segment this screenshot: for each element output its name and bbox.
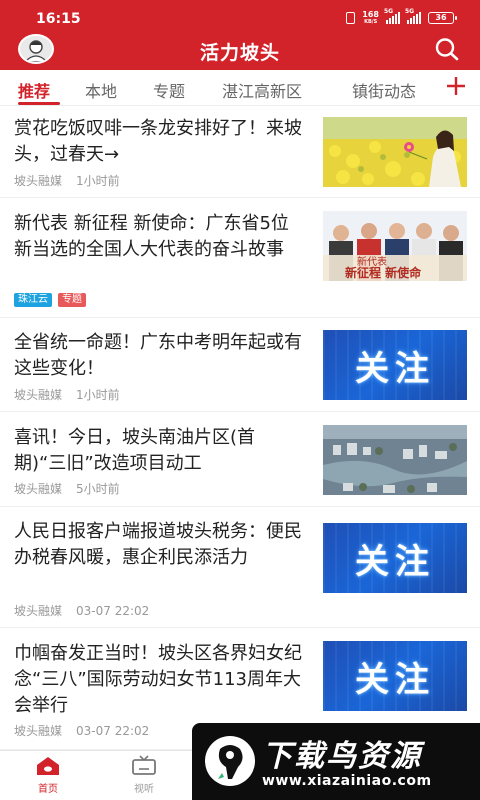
news-item[interactable]: 人民日报客户端报道坡头税务：便民办税春风暖，惠企利民添活力 坡头融媒 03-07 …: [0, 507, 480, 628]
news-title: 全省统一命题！广东中考明年起或有这些变化！: [14, 332, 302, 379]
thumbnail-label: 关注: [355, 541, 435, 582]
news-title: 新代表 新征程 新使命：广东省5位新当选的全国人大代表的奋斗故事: [14, 213, 289, 260]
thumbnail-label: 关注: [355, 348, 435, 389]
plus-icon[interactable]: [444, 74, 468, 98]
news-thumbnail: 关注: [323, 330, 467, 400]
app-screen: 16:15 168 KB/S 5G 5G 36 活力坡头 推荐 本地 专题 湛江…: [0, 0, 480, 800]
active-tab-indicator: [18, 102, 60, 105]
home-icon: [37, 757, 59, 775]
news-thumbnail: 新代表 新征程 新使命: [323, 211, 467, 281]
app-title: 活力坡头: [199, 42, 280, 64]
search-icon[interactable]: [434, 37, 460, 61]
news-time: 1小时前: [76, 388, 120, 402]
nav-video-label: 视听: [134, 784, 154, 795]
tv-icon: [132, 755, 156, 775]
news-meta: 坡头融媒 5小时前: [14, 480, 120, 497]
news-meta: 坡头融媒 1小时前: [14, 172, 120, 189]
signal-icon-2: 5G: [405, 8, 421, 24]
nav-home-label: 首页: [38, 784, 58, 795]
news-time: 1小时前: [76, 174, 120, 188]
news-title: 人民日报客户端报道坡头税务：便民办税春风暖，惠企利民添活力: [14, 521, 302, 568]
status-time: 16:15: [36, 11, 81, 27]
watermark-name: 下载鸟资源: [262, 739, 422, 774]
news-meta: 坡头融媒 03-07 22:02: [14, 602, 149, 619]
news-thumbnail: [323, 425, 467, 495]
news-thumbnail: [323, 117, 467, 187]
vibrate-icon: [346, 12, 356, 24]
watermark-logo-icon: [205, 736, 255, 786]
signal-icon: 5G: [384, 8, 400, 24]
news-source: 坡头融媒: [14, 724, 63, 738]
news-title: 喜讯！今日，坡头南油片区(首期)“三旧”改造项目动工: [14, 427, 256, 474]
news-meta: 珠江云 专题: [14, 291, 92, 307]
news-thumbnail: 关注: [323, 523, 467, 593]
news-item[interactable]: 新代表 新征程 新使命：广东省5位新当选的全国人大代表的奋斗故事 珠江云 专题 新…: [0, 198, 480, 318]
poster-text-line2: 新征程 新使命: [345, 265, 422, 280]
battery-icon: 36: [428, 12, 457, 24]
tab-zhanjiang-hitech[interactable]: 湛江高新区: [222, 78, 302, 102]
app-header: 16:15 168 KB/S 5G 5G 36 活力坡头: [0, 0, 480, 70]
tab-topics[interactable]: 专题: [153, 78, 185, 102]
news-title: 巾帼奋发正当时！坡头区各界妇女纪念“三八”国际劳动妇女节113周年大会举行: [14, 643, 302, 716]
news-meta: 坡头融媒 1小时前: [14, 386, 120, 403]
net-speed-value: 168: [362, 10, 379, 19]
news-time: 03-07 22:02: [76, 604, 150, 618]
news-source: 坡头融媒: [14, 482, 63, 496]
news-item[interactable]: 喜讯！今日，坡头南油片区(首期)“三旧”改造项目动工 坡头融媒 5小时前: [0, 412, 480, 507]
tab-fade: [422, 70, 442, 104]
channel-tabs: 推荐 本地 专题 湛江高新区 镇街动态: [0, 70, 480, 106]
news-time: 5小时前: [76, 482, 120, 496]
status-bar: 16:15 168 KB/S 5G 5G 36: [0, 0, 480, 34]
status-icons: 168 KB/S 5G 5G 36: [346, 8, 457, 26]
news-thumbnail: 关注: [323, 641, 467, 711]
nav-home[interactable]: 首页: [18, 755, 78, 795]
news-title: 赏花吃饭叹啡一条龙安排好了！来坡头，过春天→: [14, 118, 302, 165]
tab-recommend[interactable]: 推荐: [18, 78, 50, 102]
net-speed-unit: KB/S: [364, 19, 378, 25]
news-item[interactable]: 全省统一命题！广东中考明年起或有这些变化！ 坡头融媒 1小时前 关注: [0, 318, 480, 412]
news-source: 坡头融媒: [14, 174, 63, 188]
signal-tag-2: 5G: [405, 8, 415, 15]
watermark-url: www.xiazainiao.com: [262, 773, 432, 789]
news-source: 坡头融媒: [14, 388, 63, 402]
tab-town-news[interactable]: 镇街动态: [352, 78, 416, 102]
nav-video[interactable]: 视听: [114, 755, 174, 795]
news-item[interactable]: 赏花吃饭叹啡一条龙安排好了！来坡头，过春天→ 坡头融媒 1小时前: [0, 106, 480, 198]
net-speed: 168 KB/S: [362, 10, 379, 26]
news-source: 坡头融媒: [14, 604, 63, 618]
badge-topic: 专题: [58, 293, 86, 307]
watermark: 下载鸟资源 www.xiazainiao.com: [192, 723, 480, 800]
news-meta: 坡头融媒 03-07 22:02: [14, 722, 149, 739]
tab-local[interactable]: 本地: [85, 78, 117, 102]
signal-tag: 5G: [384, 8, 394, 15]
news-time: 03-07 22:02: [76, 724, 150, 738]
thumbnail-label: 关注: [355, 659, 435, 700]
badge-zhujiangyun: 珠江云: [14, 293, 52, 307]
